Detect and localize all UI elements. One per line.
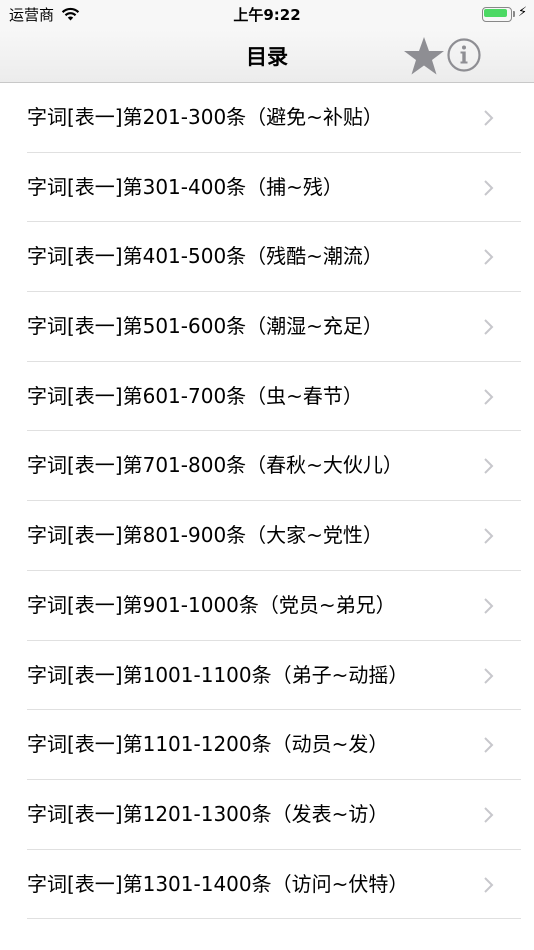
table-of-contents-list: 字词[表一]第201-300条（避免~补贴） 字词[表一]第301-400条（捕~… [0, 83, 534, 920]
list-item[interactable]: 字词[表一]第1001-1100条（弟子~动摇） [0, 641, 534, 711]
navigation-bar: 目录 [0, 30, 534, 83]
list-item-label: 字词[表一]第401-500条（残酷~潮流） [27, 244, 383, 269]
list-item-label: 字词[表一]第301-400条（捕~残） [27, 174, 343, 199]
chevron-right-icon [484, 528, 494, 544]
list-item[interactable]: 字词[表一]第201-300条（避免~补贴） [0, 83, 534, 153]
chevron-right-icon [484, 807, 494, 823]
chevron-right-icon [484, 876, 494, 893]
list-item-label: 字词[表一]第1301-1400条（访问~伏特） [27, 871, 409, 896]
list-item[interactable]: 字词[表一]第1201-1300条（发表~访） [0, 780, 534, 850]
status-time: 上午9:22 [233, 6, 301, 24]
list-item-label: 字词[表一]第701-800条（春秋~大伙儿） [27, 453, 403, 478]
chevron-right-icon [484, 319, 494, 335]
chevron-right-icon [484, 110, 494, 126]
list-item[interactable]: 字词[表一]第301-400条（捕~残） [0, 153, 534, 223]
chevron-right-icon [484, 598, 494, 614]
list-item[interactable]: 字词[表一]第701-800条（春秋~大伙儿） [0, 431, 534, 502]
list-item-label: 字词[表一]第1201-1300条（发表~访） [27, 801, 389, 826]
list-item[interactable]: 字词[表一]第901-1000条（党员~弟兄） [0, 571, 534, 641]
list-item[interactable]: 字词[表一]第1101-1200条（动员~发） [0, 710, 534, 780]
chevron-right-icon [484, 737, 494, 753]
charging-icon: ⚡︎ [518, 5, 528, 20]
list-item-label: 字词[表一]第1101-1200条（动员~发） [27, 732, 389, 757]
row-divider [27, 918, 521, 920]
list-item-label: 字词[表一]第201-300条（避免~补贴） [27, 105, 383, 129]
status-bar: 运营商 上午9:22 ⚡︎ [0, 0, 534, 30]
favorite-button[interactable] [402, 34, 446, 78]
info-button[interactable] [446, 36, 484, 74]
list-item-label: 字词[表一]第901-1000条（党员~弟兄） [27, 592, 396, 617]
star-icon [404, 37, 444, 75]
list-item[interactable]: 字词[表一]第501-600条（潮湿~充足） [0, 292, 534, 362]
chevron-right-icon [484, 249, 494, 266]
info-icon [447, 38, 481, 72]
chevron-right-icon [484, 389, 494, 405]
chevron-right-icon [484, 458, 494, 475]
list-item[interactable]: 字词[表一]第601-700条（虫~春节） [0, 362, 534, 432]
list-item[interactable]: 字词[表一]第401-500条（残酷~潮流） [0, 222, 534, 293]
battery-icon [482, 7, 515, 22]
list-item-label: 字词[表一]第601-700条（虫~春节） [27, 383, 363, 408]
list-item-label: 字词[表一]第501-600条（潮湿~充足） [27, 314, 383, 339]
chevron-right-icon [484, 179, 494, 196]
list-item[interactable]: 字词[表一]第801-900条（大家~党性） [0, 501, 534, 571]
list-item-label: 字词[表一]第801-900条（大家~党性） [27, 523, 383, 548]
list-item[interactable]: 字词[表一]第1301-1400条（访问~伏特） [0, 850, 534, 920]
list-item-label: 字词[表一]第1001-1100条（弟子~动摇） [27, 662, 409, 687]
chevron-right-icon [484, 667, 494, 684]
